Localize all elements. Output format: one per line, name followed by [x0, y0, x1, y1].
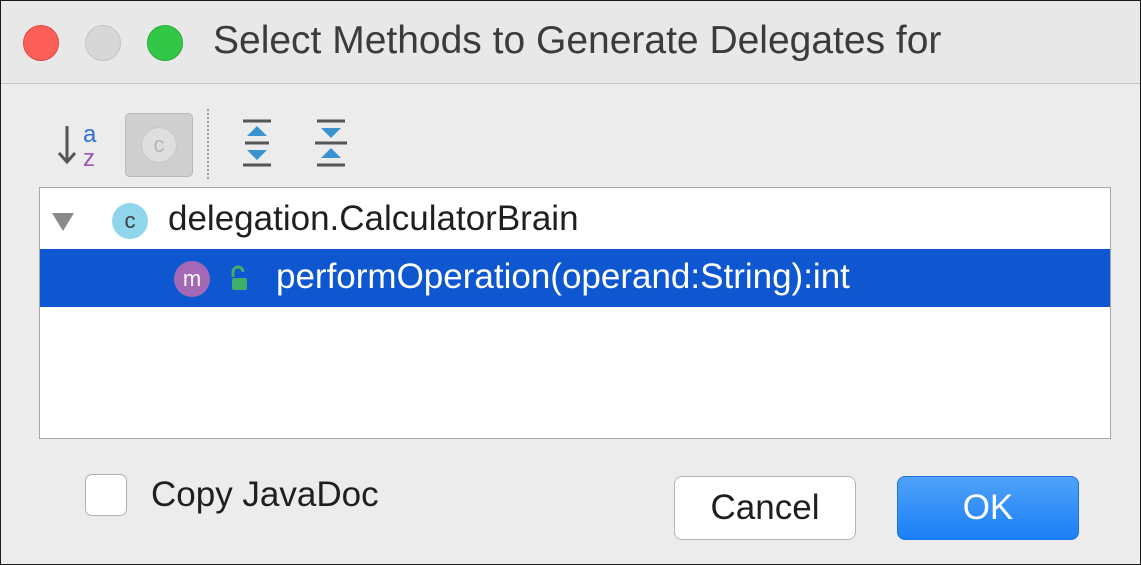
expand-arrow-icon[interactable]	[52, 213, 74, 231]
class-name-label: delegation.CalculatorBrain	[168, 199, 579, 238]
close-window-button[interactable]	[23, 25, 59, 61]
minimize-window-button[interactable]	[85, 25, 121, 61]
cancel-button[interactable]: Cancel	[674, 476, 856, 540]
title-bar[interactable]: Select Methods to Generate Delegates for	[1, 1, 1140, 84]
sort-label-a: a	[83, 121, 97, 148]
toolbar-separator	[207, 109, 209, 179]
copy-javadoc-label[interactable]: Copy JavaDoc	[151, 475, 379, 515]
dialog-window: Select Methods to Generate Delegates for…	[0, 0, 1141, 565]
method-badge-letter: m	[182, 266, 202, 291]
zoom-window-button[interactable]	[147, 25, 183, 61]
class-badge-letter: c	[124, 208, 136, 233]
show-classes-button[interactable]: c	[125, 113, 193, 177]
method-signature-label: performOperation(operand:String):int	[276, 257, 850, 296]
method-icon: m	[174, 261, 210, 297]
sort-label-z: z	[83, 145, 95, 172]
class-toggle-label: c	[153, 132, 165, 157]
dialog-title: Select Methods to Generate Delegates for	[213, 19, 942, 62]
sort-az-icon: a z	[57, 121, 97, 172]
collapse-all-button[interactable]	[303, 113, 359, 173]
tree-row-method[interactable]: m performOperation(operand:String):int	[40, 249, 1110, 307]
class-icon: c	[112, 203, 148, 239]
copy-javadoc-checkbox[interactable]	[85, 474, 127, 516]
methods-tree[interactable]: c delegation.CalculatorBrain m performOp…	[39, 187, 1111, 439]
ok-button[interactable]: OK	[897, 476, 1079, 540]
collapse-all-icon	[315, 119, 347, 167]
expand-all-button[interactable]	[229, 113, 285, 173]
public-access-lock-icon	[231, 265, 247, 290]
expand-all-icon	[243, 119, 271, 167]
class-badge-icon: c	[141, 127, 177, 163]
tree-row-class[interactable]: c delegation.CalculatorBrain	[40, 191, 1110, 249]
sort-alphabetically-button[interactable]: a z	[53, 116, 109, 172]
